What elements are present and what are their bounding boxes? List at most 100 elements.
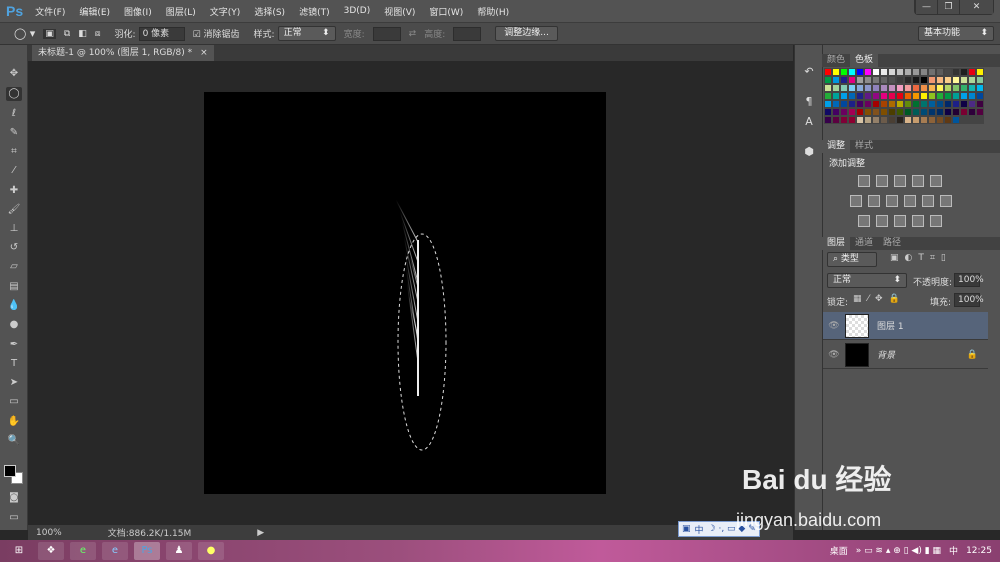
color-swatch[interactable] [896, 84, 904, 92]
layer-row-layer1[interactable]: 👁 图层 1 [823, 312, 988, 340]
color-swatch[interactable] [912, 76, 920, 84]
color-swatch[interactable] [952, 68, 960, 76]
color-swatch[interactable] [976, 68, 984, 76]
color-swatch[interactable] [864, 92, 872, 100]
clock[interactable]: 12:25 [966, 546, 992, 556]
color-swatch[interactable] [912, 116, 920, 124]
color-swatch[interactable] [944, 116, 952, 124]
restore-button[interactable]: ❐ [937, 0, 959, 14]
3d-icon[interactable]: ⬢ [801, 145, 817, 161]
color-swatch[interactable] [904, 68, 912, 76]
color-swatch[interactable] [832, 76, 840, 84]
color-swatch[interactable] [896, 76, 904, 84]
menu-view[interactable]: 视图(V) [384, 5, 415, 18]
color-swatch[interactable] [856, 116, 864, 124]
color-swatch[interactable] [920, 68, 928, 76]
color-swatch[interactable] [824, 100, 832, 108]
color-swatch[interactable] [944, 84, 952, 92]
color-swatch[interactable] [928, 84, 936, 92]
selection-marquee[interactable] [397, 233, 447, 451]
color-swatch[interactable] [880, 84, 888, 92]
color-swatch[interactable] [920, 92, 928, 100]
black-white-icon[interactable] [886, 195, 898, 207]
layer-row-background[interactable]: 👁 背景 🔒 [823, 341, 988, 369]
levels-icon[interactable] [876, 175, 888, 187]
status-menu-arrow-icon[interactable]: ▶ [257, 528, 264, 538]
color-swatch[interactable] [848, 84, 856, 92]
taskbar-app-ie[interactable]: e [102, 542, 128, 560]
desktop-toolbar[interactable]: 桌面 [830, 544, 848, 557]
color-swatch[interactable] [936, 108, 944, 116]
document-tab[interactable]: 未标题-1 @ 100% (图层 1, RGB/8) * × [32, 45, 214, 61]
color-swatch[interactable] [936, 76, 944, 84]
color-swatch[interactable] [824, 76, 832, 84]
color-swatch[interactable] [824, 116, 832, 124]
tab-color[interactable]: 颜色 [822, 54, 850, 67]
color-swatch[interactable] [920, 84, 928, 92]
color-swatch[interactable] [904, 92, 912, 100]
new-selection-icon[interactable]: ▣ [43, 28, 56, 39]
vibrance-icon[interactable] [930, 175, 942, 187]
healing-brush-tool-icon[interactable]: ✚ [6, 184, 22, 198]
color-swatch[interactable] [976, 92, 984, 100]
style-select[interactable]: 正常 ⬍ [277, 26, 336, 41]
color-swatch[interactable] [904, 108, 912, 116]
color-swatch[interactable] [848, 108, 856, 116]
menu-file[interactable]: 文件(F) [35, 5, 65, 18]
intersect-selection-icon[interactable]: ⧈ [95, 29, 101, 39]
color-swatch[interactable] [920, 100, 928, 108]
color-swatch[interactable] [976, 76, 984, 84]
zoom-tool-icon[interactable]: 🔍 [6, 434, 22, 448]
color-swatch[interactable] [864, 76, 872, 84]
lasso-tool-icon[interactable]: ℓ [6, 107, 22, 121]
color-swatch[interactable] [880, 100, 888, 108]
color-swatch[interactable] [856, 68, 864, 76]
color-swatch[interactable] [904, 116, 912, 124]
brightness-icon[interactable] [858, 175, 870, 187]
color-swatch[interactable] [832, 100, 840, 108]
color-swatch[interactable] [936, 100, 944, 108]
lock-icons[interactable]: ▦⁄✥🔒 [853, 294, 906, 304]
history-brush-tool-icon[interactable]: ↺ [6, 241, 22, 255]
taskbar-app-photoshop[interactable]: Ps [134, 542, 160, 560]
posterize-icon[interactable] [876, 215, 888, 227]
close-button[interactable]: ✕ [959, 0, 993, 14]
fill-input[interactable]: 100% [954, 293, 984, 307]
color-swatch[interactable] [968, 108, 976, 116]
color-swatch[interactable] [848, 76, 856, 84]
color-swatch[interactable] [904, 100, 912, 108]
color-swatch[interactable] [872, 84, 880, 92]
color-swatch[interactable] [960, 76, 968, 84]
visibility-eye-icon[interactable]: 👁 [823, 350, 845, 360]
document-canvas[interactable] [204, 92, 606, 494]
color-swatch[interactable] [896, 100, 904, 108]
quick-mask-icon[interactable]: ◙ [6, 491, 22, 505]
quick-selection-tool-icon[interactable]: ✎ [6, 126, 22, 140]
clone-stamp-tool-icon[interactable]: ⊥ [6, 222, 22, 236]
close-tab-icon[interactable]: × [200, 45, 208, 61]
color-swatch[interactable] [920, 76, 928, 84]
color-swatch[interactable] [960, 100, 968, 108]
menu-help[interactable]: 帮助(H) [477, 5, 509, 18]
color-swatch[interactable] [944, 108, 952, 116]
color-swatch[interactable] [928, 76, 936, 84]
color-swatch[interactable] [904, 76, 912, 84]
subtract-selection-icon[interactable]: ◧ [78, 29, 87, 39]
color-swatch[interactable] [832, 116, 840, 124]
minimize-button[interactable]: — [915, 0, 937, 14]
color-swatch[interactable] [944, 92, 952, 100]
color-swatch[interactable] [832, 84, 840, 92]
color-swatch[interactable] [848, 68, 856, 76]
color-swatch[interactable] [848, 116, 856, 124]
color-swatch[interactable] [864, 108, 872, 116]
color-swatch[interactable] [872, 100, 880, 108]
photo-filter-icon[interactable] [904, 195, 916, 207]
layer-filter-select[interactable]: ⌕ 类型 [827, 252, 877, 267]
color-swatch[interactable] [928, 100, 936, 108]
color-swatch[interactable] [872, 108, 880, 116]
color-swatch[interactable] [824, 84, 832, 92]
channel-mixer-icon[interactable] [922, 195, 934, 207]
color-swatch[interactable] [864, 68, 872, 76]
gradient-map-icon[interactable] [930, 215, 942, 227]
tray-language[interactable]: 中 [949, 544, 958, 557]
